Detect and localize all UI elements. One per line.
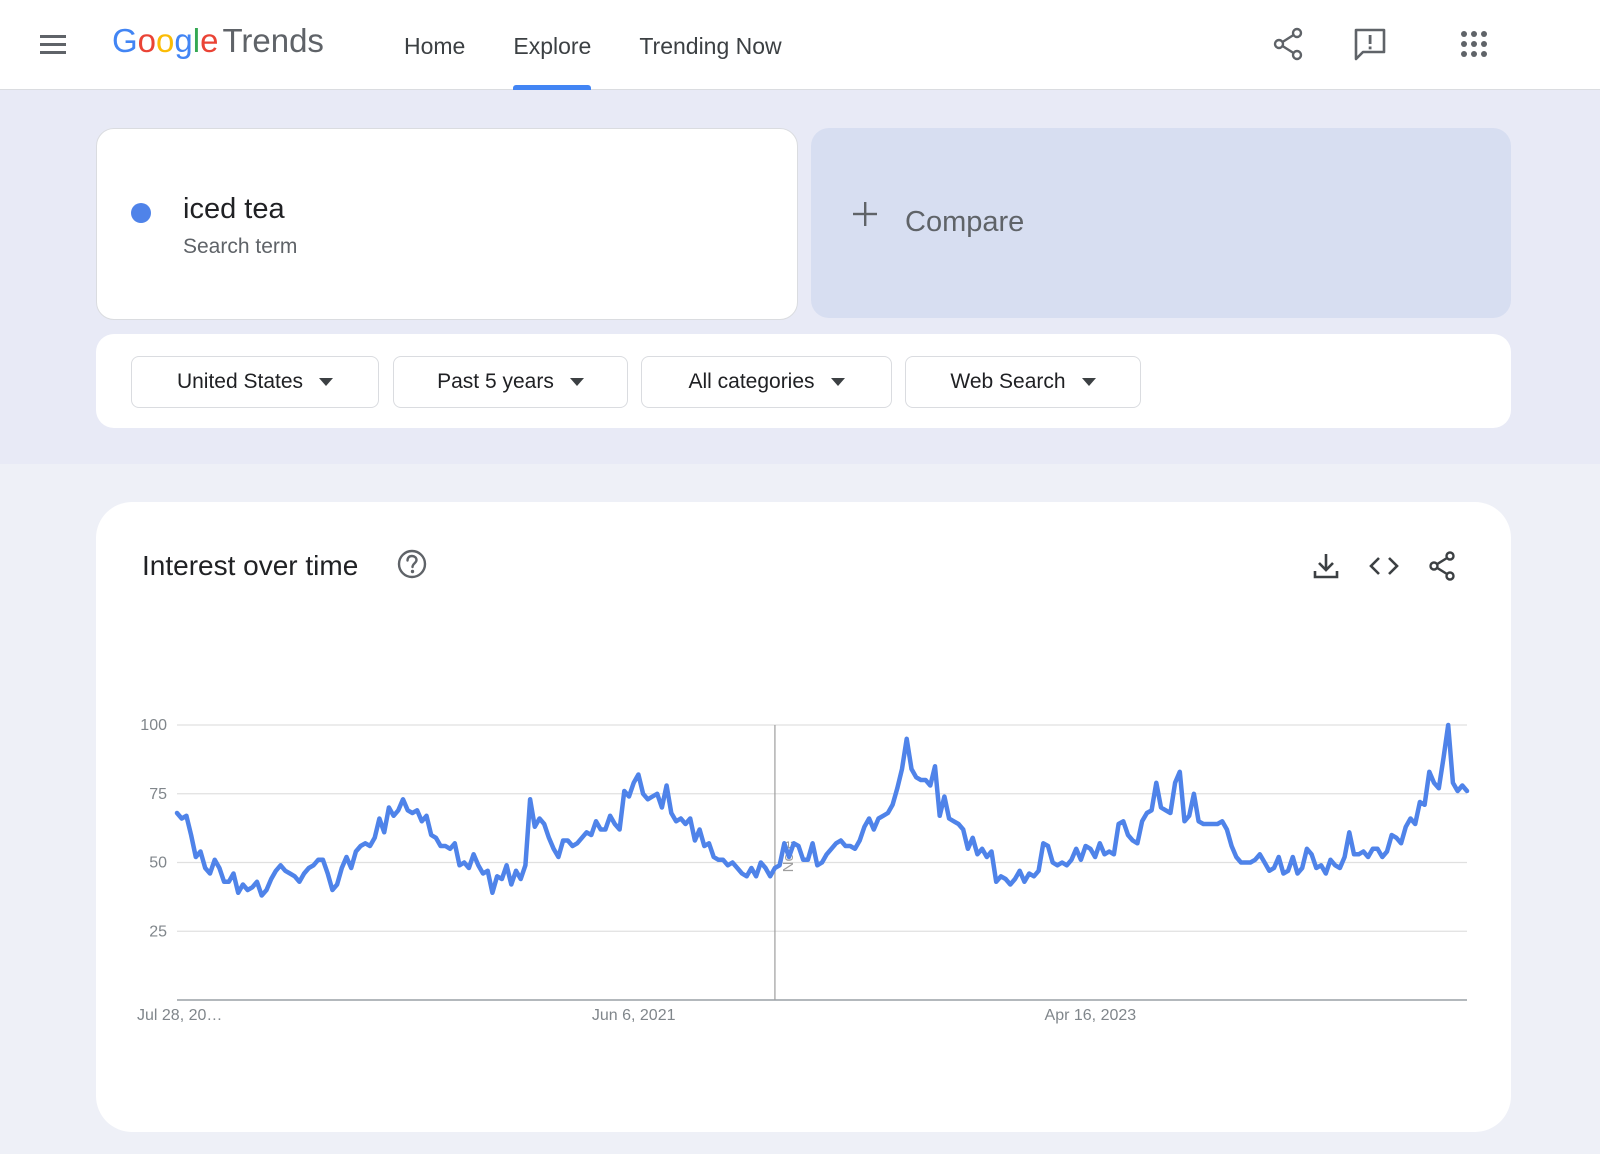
- nav-explore[interactable]: Explore: [489, 0, 615, 90]
- apps-icon[interactable]: [1454, 24, 1494, 64]
- series-line-iced-tea: [174, 722, 1470, 898]
- search-term-name: iced tea: [183, 193, 285, 225]
- x-tick-label: Jun 6, 2021: [592, 1007, 676, 1024]
- google-trends-logo[interactable]: Go o g l e Trends: [112, 22, 324, 68]
- filter-bar: United States Past 5 years All categorie…: [96, 334, 1511, 428]
- x-tick-label: Jul 28, 20…: [137, 1007, 222, 1024]
- nav-trending-now[interactable]: Trending Now: [615, 0, 805, 90]
- feedback-icon[interactable]: [1350, 24, 1390, 64]
- search-type-filter[interactable]: Web Search: [905, 356, 1141, 408]
- y-tick-label: 25: [149, 923, 167, 940]
- menu-icon[interactable]: [36, 30, 70, 60]
- logo-letter: e: [200, 22, 219, 59]
- filter-label: Past 5 years: [437, 370, 554, 393]
- y-tick-label: 50: [149, 855, 167, 872]
- compare-label: Compare: [905, 206, 1025, 238]
- y-tick-label: 75: [149, 786, 167, 803]
- x-tick-label: Apr 16, 2023: [1045, 1007, 1137, 1024]
- category-filter[interactable]: All categories: [641, 356, 892, 408]
- search-term-type: Search term: [183, 235, 298, 258]
- caret-down-icon: [569, 378, 584, 386]
- caret-down-icon: [830, 378, 845, 386]
- interest-line-chart[interactable]: 25 50 75 100 Jul 28, 20… Jun 6, 2021 Apr 16, 2…: [96, 502, 1511, 1132]
- plus-icon: [853, 202, 877, 226]
- caret-down-icon: [319, 378, 334, 386]
- y-tick-label: 100: [140, 717, 167, 734]
- search-term-card[interactable]: iced tea Search term: [96, 128, 798, 320]
- share-icon[interactable]: [1268, 24, 1308, 64]
- logo-letter: l: [192, 22, 201, 59]
- time-range-filter[interactable]: Past 5 years: [393, 356, 628, 408]
- caret-down-icon: [1081, 378, 1096, 386]
- logo-product-name: Trends: [222, 22, 324, 59]
- compare-button[interactable]: Compare: [811, 128, 1511, 318]
- term-color-dot: [131, 203, 151, 223]
- nav-home[interactable]: Home: [380, 0, 489, 90]
- logo-letter: G: [112, 22, 138, 59]
- main-nav: Home Explore Trending Now: [380, 0, 806, 90]
- top-header: Go o g l e Trends Home Explore Trending Now: [0, 0, 1600, 90]
- filter-label: United States: [176, 370, 304, 393]
- location-filter[interactable]: United States: [131, 356, 379, 408]
- logo-letter: o: [137, 22, 157, 59]
- logo-letter: o: [156, 22, 175, 59]
- filter-label: Web Search: [950, 370, 1066, 393]
- interest-over-time-card: Interest over time 25 50 75 100 Jul 28, 20… J…: [96, 502, 1511, 1132]
- filter-label: All categories: [688, 370, 815, 393]
- logo-letter: g: [174, 22, 193, 59]
